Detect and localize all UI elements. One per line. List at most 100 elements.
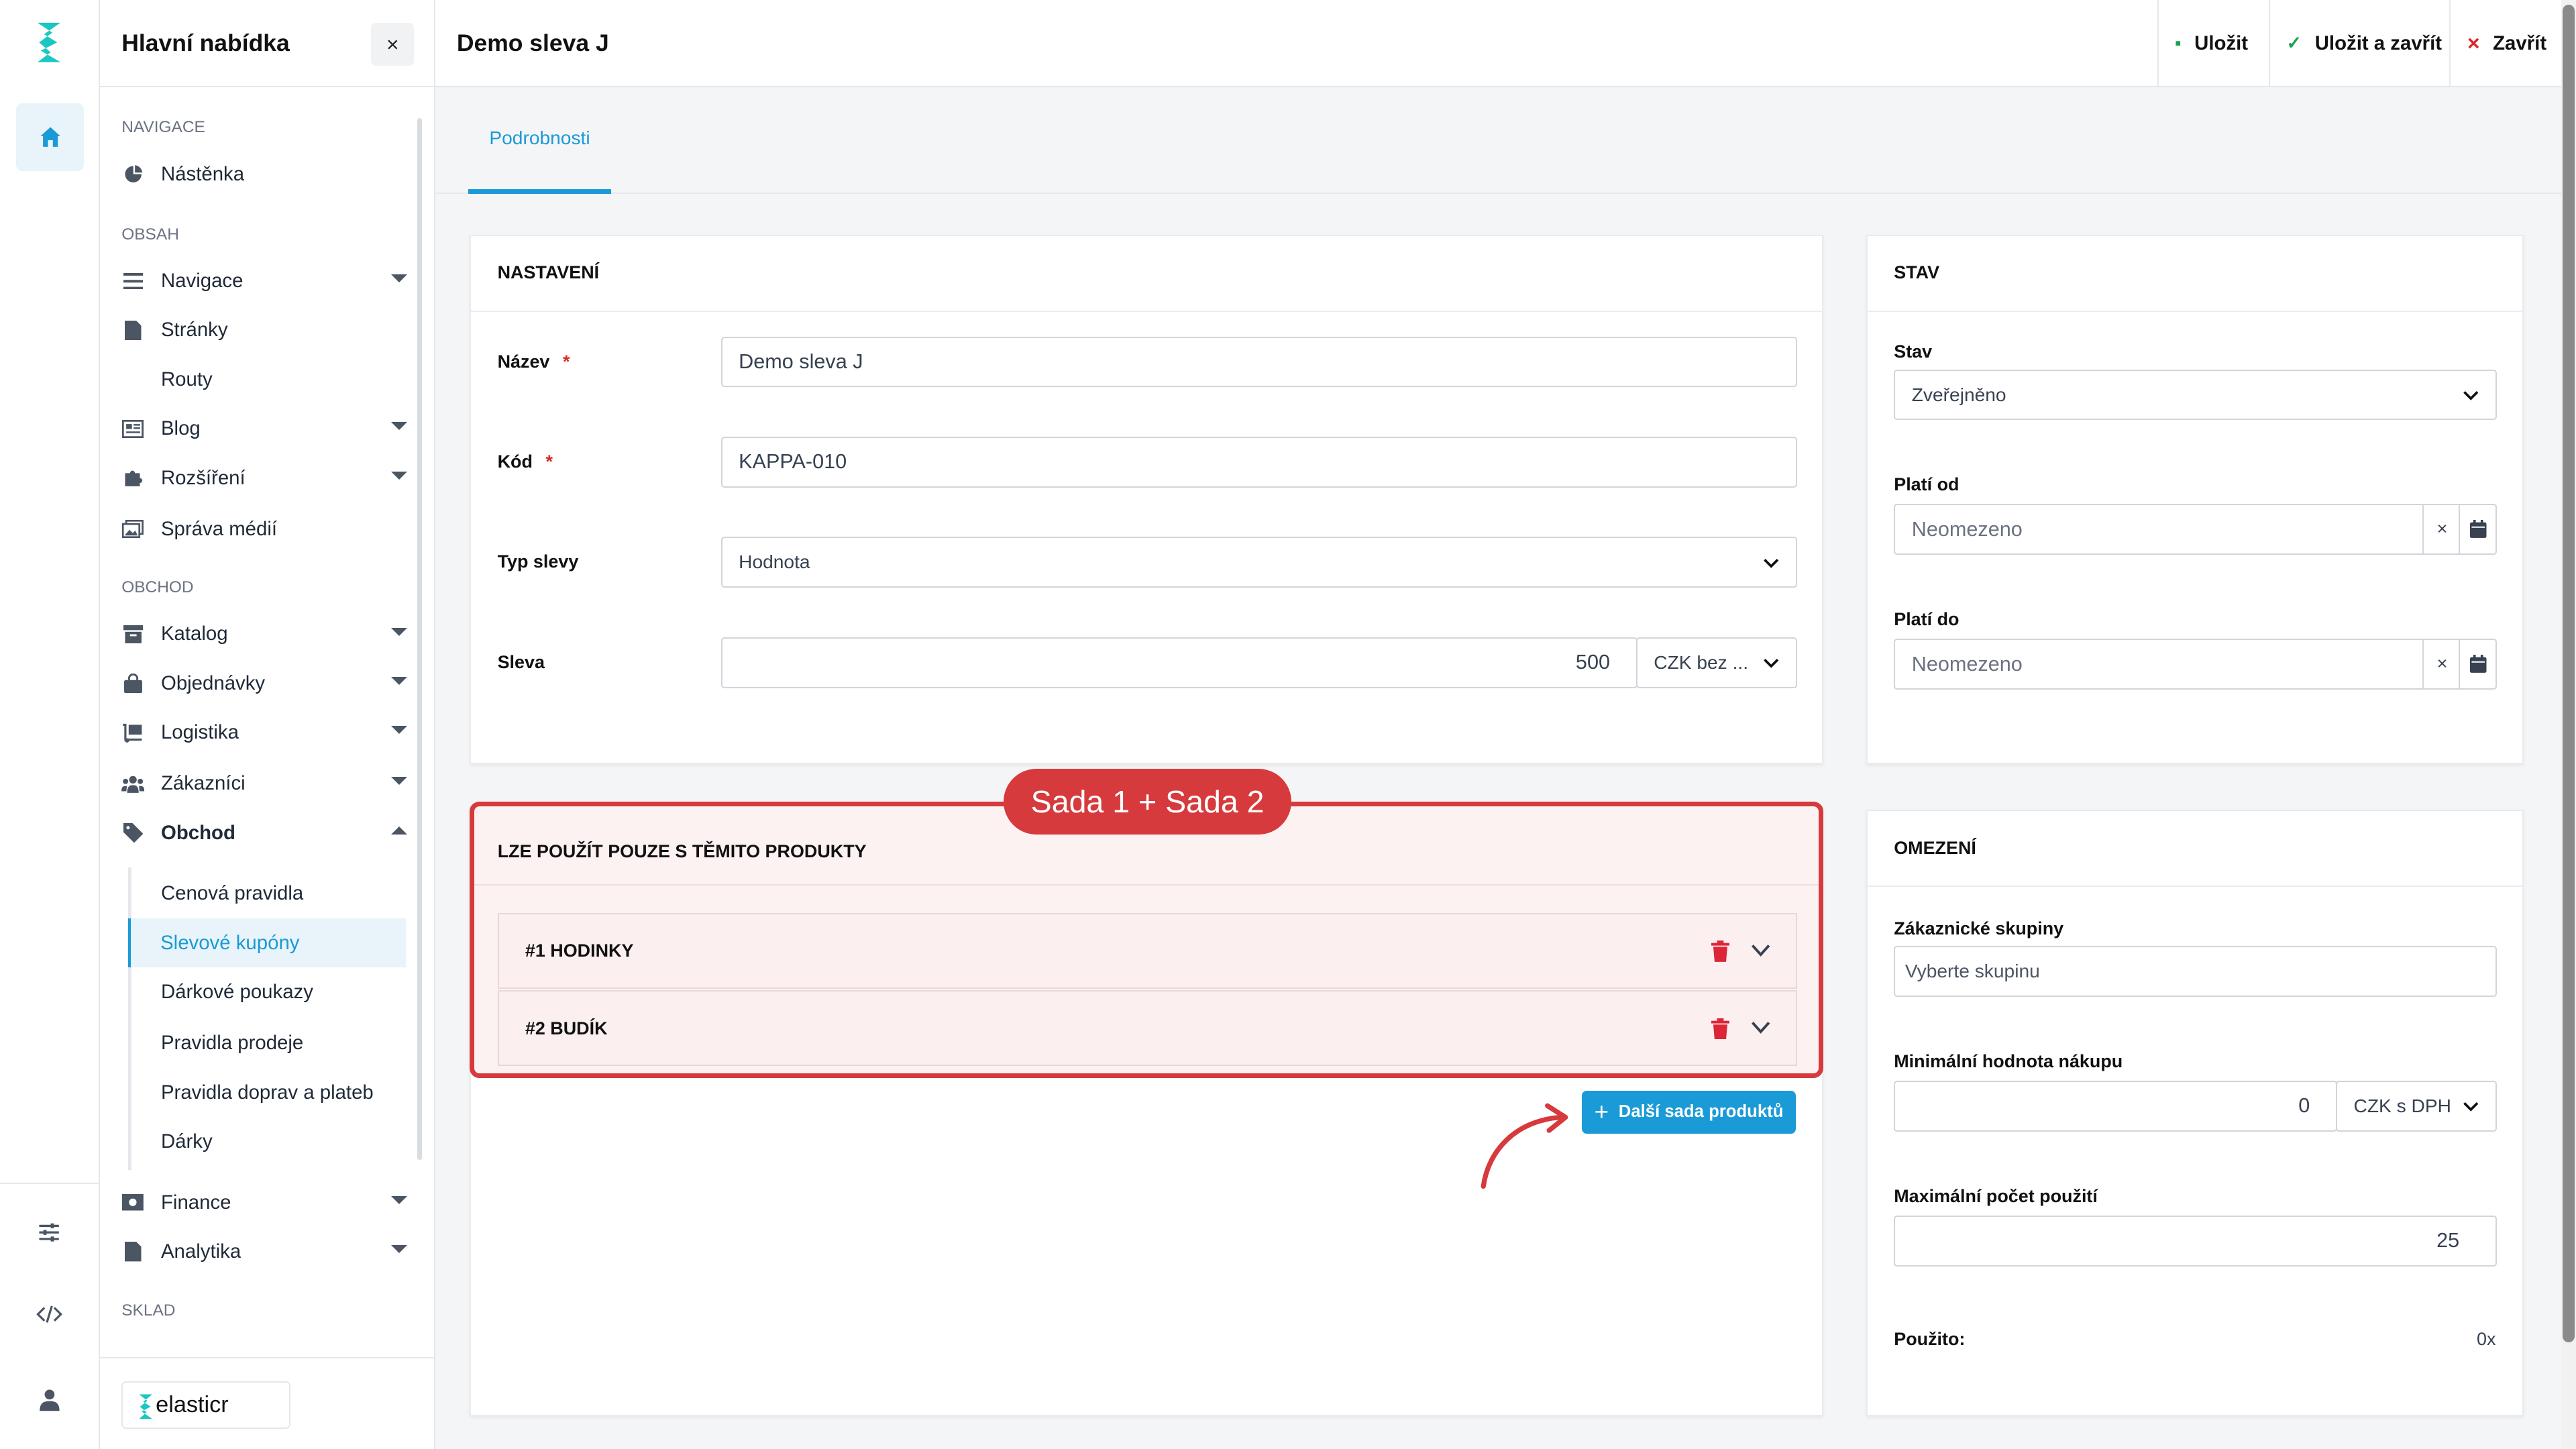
page-scrollbar-thumb[interactable] — [2563, 5, 2575, 1342]
valid-to-calendar-button[interactable] — [2459, 638, 2496, 690]
plus-icon: + — [1594, 1097, 1609, 1126]
menu-item-blog[interactable]: Blog — [121, 409, 417, 449]
menu-item-katalog[interactable]: Katalog — [121, 614, 417, 654]
menu-item-label: Stránky — [160, 319, 228, 341]
chevron-down-icon — [391, 1195, 408, 1204]
input-placeholder: Neomezeno — [1911, 652, 2023, 676]
trash-icon[interactable] — [1711, 1018, 1729, 1040]
menu-item-label: Blog — [160, 417, 201, 440]
user-icon — [39, 1389, 60, 1411]
page-title: Demo sleva J — [456, 30, 609, 57]
elasticr-logo-icon — [139, 1394, 153, 1419]
menu-item-navigace[interactable]: Navigace — [121, 261, 417, 301]
customer-groups-input[interactable]: Vyberte skupinu — [1894, 946, 2498, 998]
select-value: CZK s DPH — [2353, 1095, 2451, 1116]
min-order-label: Minimální hodnota nákupu — [1894, 1051, 2123, 1071]
close-icon: × — [2467, 31, 2480, 56]
menu-title: Hlavní nabídka — [121, 30, 290, 57]
submenu-item-pravidla-prodeje[interactable]: Pravidla prodeje — [128, 1018, 406, 1067]
money-icon — [121, 1191, 144, 1214]
menu-item-label: Finance — [160, 1191, 231, 1214]
menu-scrollbar[interactable] — [417, 118, 423, 1160]
save-and-close-button[interactable]: ✓ Uložit a zavřít — [2269, 0, 2449, 87]
icon-rail — [0, 0, 101, 1449]
menu-item-zakaznici[interactable]: Zákazníci — [121, 764, 417, 804]
close-button[interactable]: × Zavřít — [2449, 0, 2561, 87]
save-label: Uložit — [2194, 32, 2249, 54]
menu-item-label: Rozšíření — [160, 466, 246, 489]
product-set-row-1[interactable]: #1 HODINKY — [497, 913, 1797, 989]
tab-bar: Podrobnosti — [435, 87, 2561, 194]
tab-podrobnosti[interactable]: Podrobnosti — [468, 87, 612, 194]
menu-item-analytika[interactable]: Analytika — [121, 1232, 417, 1272]
chevron-down-icon — [1763, 659, 1779, 668]
menu-item-sprava-medii[interactable]: Správa médií — [121, 509, 417, 549]
menu-item-label: Routy — [160, 368, 213, 390]
menu-item-objednavky[interactable]: Objednávky — [121, 663, 417, 703]
chevron-down-icon — [1763, 558, 1779, 568]
valid-to-label: Platí do — [1894, 609, 1960, 630]
main-menu: Hlavní nabídka × NAVIGACE Nástěnka OBSAH… — [100, 0, 435, 1449]
elasticr-logo-icon[interactable] — [34, 19, 64, 66]
card-title: NASTAVENÍ — [497, 262, 600, 283]
valid-from-input[interactable]: Neomezeno × — [1894, 503, 2498, 555]
name-input[interactable]: Demo sleva J — [720, 336, 1797, 388]
discount-currency-select[interactable]: CZK bez ... — [1635, 637, 1797, 688]
settings-sliders-button[interactable] — [34, 1218, 64, 1247]
button-label: Další sada produktů — [1618, 1102, 1784, 1122]
chevron-down-icon[interactable] — [1751, 944, 1770, 957]
page-scrollbar[interactable] — [2561, 0, 2576, 1449]
menu-item-finance[interactable]: Finance — [121, 1183, 417, 1222]
user-profile-button[interactable] — [34, 1385, 64, 1415]
menu-item-label: Logistika — [160, 721, 239, 744]
required-asterisk: * — [545, 451, 553, 472]
card-title: LZE POUŽÍT POUZE S TĚMITO PRODUKTY — [497, 841, 867, 861]
code-input[interactable]: KAPPA-010 — [720, 436, 1797, 488]
min-order-input[interactable]: 0 — [1894, 1080, 2338, 1132]
clear-x-icon: × — [2436, 519, 2448, 539]
menu-item-obchod[interactable]: Obchod — [121, 813, 417, 853]
submenu-item-pravidla-doprav[interactable]: Pravidla doprav a plateb — [128, 1068, 406, 1117]
chevron-down-icon — [391, 676, 408, 685]
valid-from-clear-button[interactable]: × — [2422, 503, 2460, 555]
product-set-row-2[interactable]: #2 BUDÍK — [497, 990, 1797, 1067]
label-text: Název — [497, 351, 550, 372]
submenu-item-cenova-pravidla[interactable]: Cenová pravidla — [128, 869, 406, 918]
menu-item-nastenka[interactable]: Nástěnka — [121, 154, 417, 194]
developer-code-button[interactable] — [34, 1299, 64, 1329]
trash-icon[interactable] — [1711, 941, 1729, 963]
spacer-icon — [121, 368, 144, 391]
annotation-arrow-icon — [1481, 1103, 1568, 1189]
status-select[interactable]: Zveřejněno — [1894, 369, 2498, 421]
valid-to-input[interactable]: Neomezeno × — [1894, 638, 2498, 690]
menu-item-stranky[interactable]: Stránky — [121, 311, 417, 350]
submenu-item-darky[interactable]: Dárky — [128, 1117, 406, 1166]
home-button[interactable] — [16, 103, 84, 171]
tag-icon — [121, 821, 144, 844]
product-set-title: #2 BUDÍK — [525, 1018, 608, 1038]
settings-card-header: NASTAVENÍ — [471, 236, 1823, 312]
menu-item-routy[interactable]: Routy — [121, 360, 417, 399]
calendar-icon — [2470, 520, 2487, 539]
limits-card: OMEZENÍ Zákaznické skupiny Vyberte skupi… — [1866, 810, 2524, 1417]
save-button[interactable]: ▪ Uložit — [2157, 0, 2269, 87]
menu-item-label: Správa médií — [160, 517, 278, 540]
save-close-label: Uložit a zavřít — [2314, 32, 2443, 54]
submenu-item-darkove-poukazy[interactable]: Dárkové poukazy — [128, 967, 406, 1016]
submenu-item-slevove-kupony[interactable]: Slevové kupóny — [128, 918, 406, 968]
menu-close-button[interactable]: × — [371, 23, 415, 66]
max-uses-input[interactable]: 25 — [1894, 1215, 2498, 1267]
discount-value-input[interactable]: 500 — [720, 637, 1638, 688]
shopping-bag-icon — [121, 672, 144, 695]
menu-item-logistika[interactable]: Logistika — [121, 713, 417, 753]
select-value: CZK bez ... — [1654, 651, 1749, 673]
add-product-set-button[interactable]: + Další sada produktů — [1582, 1091, 1796, 1134]
chevron-down-icon[interactable] — [1751, 1021, 1770, 1034]
elasticr-brand-button[interactable]: elasticr — [121, 1381, 291, 1430]
valid-from-calendar-button[interactable] — [2459, 503, 2496, 555]
label-text: Kód — [497, 451, 533, 472]
valid-to-clear-button[interactable]: × — [2422, 638, 2460, 690]
min-order-currency-select[interactable]: CZK s DPH — [2336, 1080, 2498, 1132]
discount-type-select[interactable]: Hodnota — [720, 537, 1797, 588]
menu-item-rozsireni[interactable]: Rozšíření — [121, 458, 417, 498]
